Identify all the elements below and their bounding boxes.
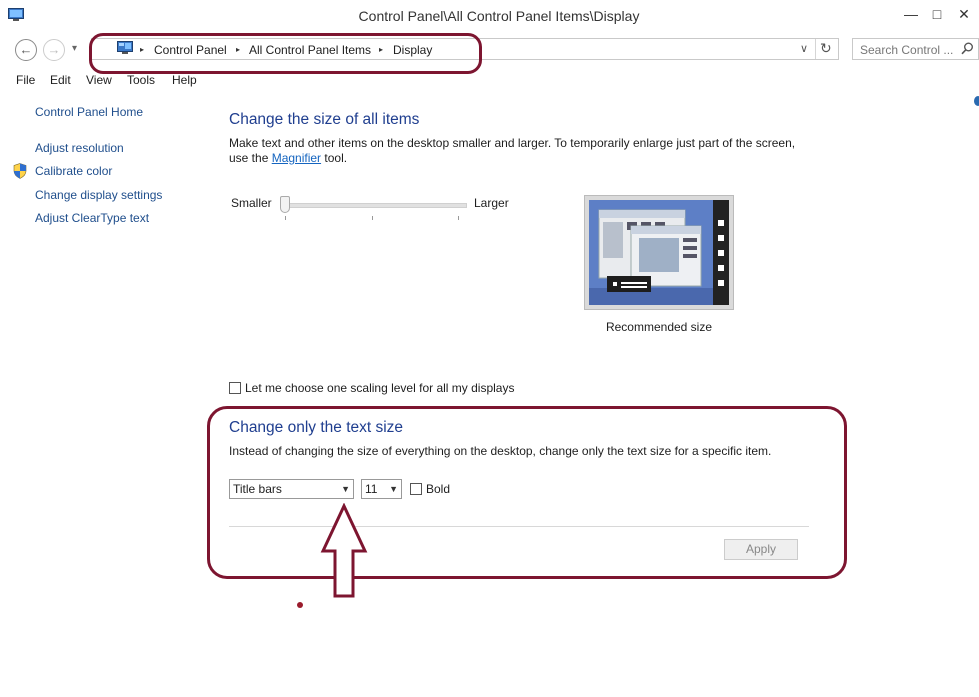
scaling-level-label[interactable]: Let me choose one scaling level for all … [245,381,514,395]
address-divider [815,39,816,59]
scaling-level-checkbox[interactable] [229,382,241,394]
slider-larger-label: Larger [474,196,509,210]
sidebar-adjust-resolution[interactable]: Adjust resolution [35,141,124,155]
sidebar-change-display-settings[interactable]: Change display settings [35,188,162,202]
forward-button[interactable]: → [43,39,65,61]
annotation-dot [297,602,303,608]
sidebar-adjust-cleartype[interactable]: Adjust ClearType text [35,211,149,225]
recent-pages-button[interactable]: ▾ [72,43,77,54]
annotation-arrow-icon [320,503,368,598]
slider-tick [458,216,459,220]
menu-file[interactable]: File [16,73,35,87]
menu-view[interactable]: View [86,73,112,87]
minimize-button[interactable]: — [900,4,922,24]
magnifier-link[interactable]: Magnifier [272,151,321,165]
close-button[interactable]: ✕ [953,4,975,24]
size-section-title: Change the size of all items [229,111,420,128]
desc-text: tool. [321,151,348,165]
menu-tools[interactable]: Tools [127,73,155,87]
menu-edit[interactable]: Edit [50,73,71,87]
search-placeholder: Search Control ... [860,43,954,57]
sidebar-control-panel-home[interactable]: Control Panel Home [35,105,143,119]
search-icon[interactable] [961,42,974,55]
help-icon[interactable] [974,96,979,106]
window-title: Control Panel\All Control Panel Items\Di… [358,8,640,24]
slider-smaller-label: Smaller [231,196,272,210]
annotation-highlight-text-size [207,406,847,579]
menu-help[interactable]: Help [172,73,197,87]
address-dropdown-button[interactable]: ∨ [800,42,808,55]
maximize-button[interactable]: □ [926,4,948,24]
annotation-highlight-address [89,33,482,74]
uac-shield-icon [13,163,27,179]
sidebar-calibrate-color[interactable]: Calibrate color [35,164,112,178]
preview-caption: Recommended size [605,320,713,334]
size-section-description-line2: use the Magnifier tool. [229,151,347,165]
size-slider-thumb[interactable] [280,196,290,213]
slider-tick [285,216,286,220]
size-slider-track[interactable] [283,203,467,208]
refresh-button[interactable]: ↻ [820,40,832,57]
slider-tick [372,216,373,220]
back-button[interactable]: ← [15,39,37,61]
desktop-preview-illustration [589,200,729,305]
size-preview-image [584,195,734,310]
desc-text: use the [229,151,272,165]
size-section-description: Make text and other items on the desktop… [229,136,796,150]
